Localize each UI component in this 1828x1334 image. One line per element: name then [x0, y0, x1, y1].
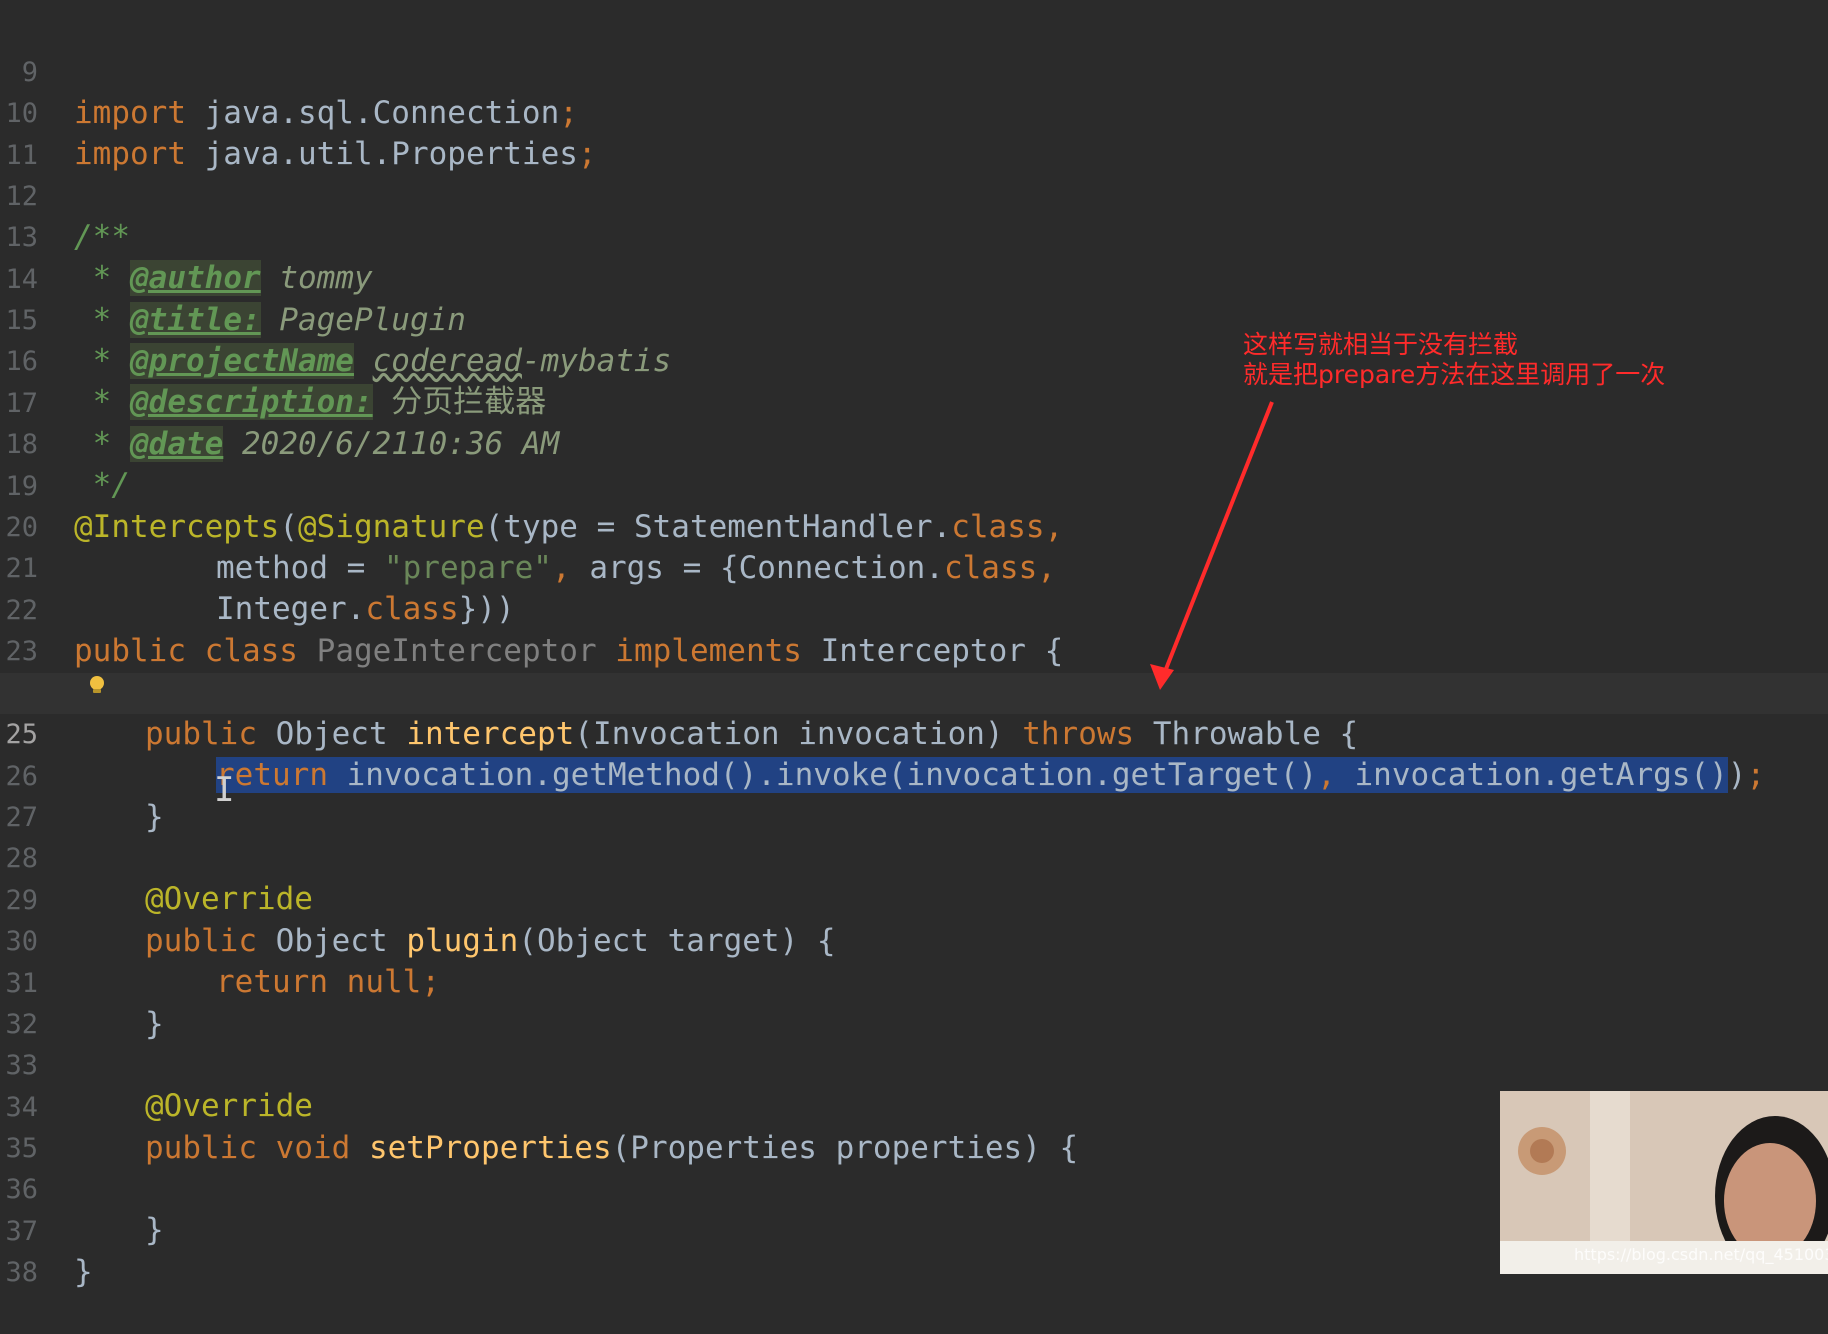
code-line[interactable]: 13 * @author tommy [0, 176, 1828, 296]
code-line[interactable]: 9 import java.sql.Connection; [0, 11, 1828, 131]
code-line[interactable]: 23 @Override [0, 590, 1828, 710]
code-line[interactable]: 24 public Object intercept(Invocation in… [0, 632, 1828, 752]
code-line[interactable]: 19 @Intercepts(@Signature(type = Stateme… [0, 425, 1828, 545]
code-line[interactable]: 28 @Override [0, 797, 1828, 917]
annotation-note: 这样写就相当于没有拦截 就是把prepare方法在这里调用了一次 [1243, 330, 1665, 390]
code-line[interactable]: 34 public void setProperties(Properties … [0, 1046, 1828, 1166]
text-cursor-icon: I [214, 770, 235, 810]
code-line[interactable]: 29 public Object plugin(Object target) { [0, 839, 1828, 959]
code-line[interactable]: 22 public class PageInterceptor implemen… [0, 549, 1828, 669]
code-line[interactable]: 27 [0, 756, 1828, 833]
code-line[interactable]: 10 import java.util.Properties; [0, 52, 1828, 172]
code-line[interactable]: 26 } [0, 715, 1828, 835]
code-text: } [74, 1254, 93, 1290]
code-line[interactable]: 31 } [0, 922, 1828, 1042]
code-editor[interactable]: 9 import java.sql.Connection; 10 import … [0, 0, 1828, 1290]
code-line[interactable]: 11 [0, 94, 1828, 171]
code-line-current[interactable]: 25 return invocation.getMethod().invoke(… [0, 673, 1828, 793]
lightbulb-icon[interactable] [86, 674, 108, 696]
code-line[interactable]: 30 return null; [0, 880, 1828, 1000]
annotation-line-1: 这样写就相当于没有拦截 [1243, 330, 1519, 359]
code-line[interactable]: 15 * @projectName coderead-mybatis [0, 259, 1828, 379]
code-line[interactable]: 12 /** [0, 135, 1828, 255]
watermark: https://blog.csdn.net/qq_45100361 [1574, 1245, 1828, 1264]
code-line[interactable]: 14 * @title: PagePlugin [0, 218, 1828, 338]
code-line[interactable]: 21 Integer.class})) [0, 507, 1828, 627]
line-number: 38 [5, 1257, 38, 1288]
code-line[interactable]: 32 [0, 963, 1828, 1040]
code-line[interactable]: 20 method = "prepare", args = {Connectio… [0, 466, 1828, 586]
code-line[interactable]: 33 @Override [0, 1004, 1828, 1124]
annotation-line-2: 就是把prepare方法在这里调用了一次 [1243, 360, 1666, 389]
